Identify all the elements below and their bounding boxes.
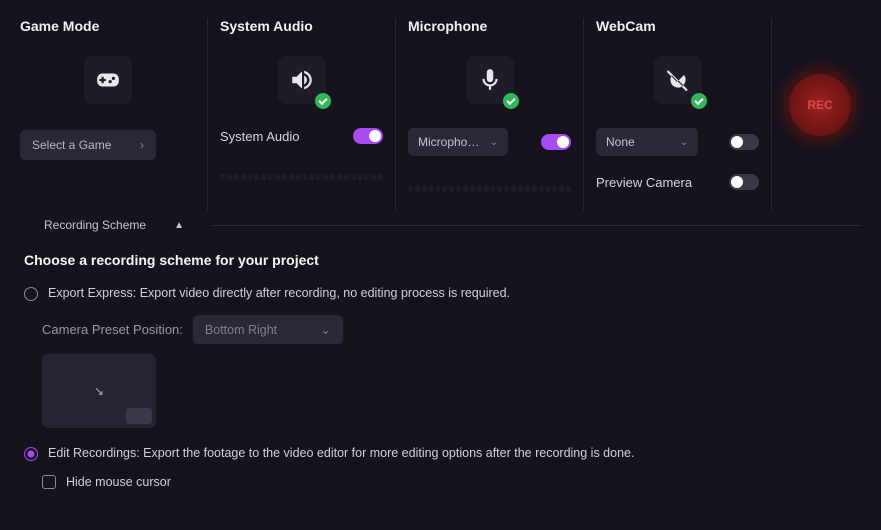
scheme-section-title: Choose a recording scheme for your proje… [24, 252, 857, 268]
webcam-panel: WebCam None ⌄ Preview Camera [584, 18, 772, 210]
hide-cursor-row[interactable]: Hide mouse cursor [42, 475, 857, 489]
microphone-toggle[interactable] [541, 134, 571, 150]
edit-recordings-radio[interactable] [24, 447, 38, 461]
edit-recordings-option[interactable]: Edit Recordings: Export the footage to t… [24, 446, 857, 461]
check-badge-icon [503, 93, 519, 109]
system-audio-toggle[interactable] [353, 128, 383, 144]
system-audio-panel: System Audio System Audio [208, 18, 396, 210]
chevron-right-icon: › [140, 138, 144, 152]
gamepad-icon [84, 56, 132, 104]
camera-preset-row: Camera Preset Position: Bottom Right ⌄ [42, 315, 857, 344]
game-mode-title: Game Mode [20, 18, 99, 34]
webcam-title: WebCam [596, 18, 656, 34]
chevron-down-icon: ⌄ [320, 322, 330, 337]
system-audio-toggle-label: System Audio [220, 129, 300, 144]
export-express-radio[interactable] [24, 287, 38, 301]
camera-preset-label: Camera Preset Position: [42, 322, 183, 337]
camera-preset-value: Bottom Right [205, 323, 277, 337]
record-panel: REC [772, 18, 868, 210]
edit-recordings-label: Edit Recordings: Export the footage to t… [48, 446, 634, 460]
chevron-down-icon: ⌄ [680, 137, 688, 148]
chevron-down-icon: ⌄ [490, 137, 498, 148]
camera-preset-thumbnail [126, 408, 152, 424]
microphone-volume-meter [408, 186, 571, 192]
preview-camera-label: Preview Camera [596, 175, 692, 190]
microphone-dropdown-value: Microphone A [418, 135, 484, 149]
camera-preset-preview: ↘ [42, 354, 156, 428]
export-express-option[interactable]: Export Express: Export video directly af… [24, 286, 857, 301]
preview-camera-toggle[interactable] [729, 174, 759, 190]
webcam-dropdown[interactable]: None ⌄ [596, 128, 698, 156]
webcam-toggle[interactable] [729, 134, 759, 150]
export-express-label: Export Express: Export video directly af… [48, 286, 510, 300]
camera-preset-dropdown[interactable]: Bottom Right ⌄ [193, 315, 343, 344]
speaker-icon [278, 56, 326, 104]
microphone-icon [466, 56, 514, 104]
hide-cursor-label: Hide mouse cursor [66, 475, 171, 489]
microphone-dropdown[interactable]: Microphone A ⌄ [408, 128, 508, 156]
system-audio-volume-meter [220, 174, 383, 180]
game-mode-panel: Game Mode Select a Game › [20, 18, 208, 210]
arrow-br-icon: ↘ [94, 384, 104, 398]
microphone-title: Microphone [408, 18, 487, 34]
check-badge-icon [691, 93, 707, 109]
hide-cursor-checkbox[interactable] [42, 475, 56, 489]
webcam-dropdown-value: None [606, 135, 635, 149]
recording-scheme-label: Recording Scheme [44, 218, 146, 232]
check-badge-icon [315, 93, 331, 109]
record-button[interactable]: REC [784, 69, 856, 141]
system-audio-title: System Audio [220, 18, 313, 34]
input-source-row: Game Mode Select a Game › System Audio S… [0, 0, 881, 210]
recording-scheme-header[interactable]: Recording Scheme ▲ [0, 210, 881, 240]
recording-scheme-section: Choose a recording scheme for your proje… [0, 240, 881, 501]
webcam-off-icon [654, 56, 702, 104]
divider [212, 225, 861, 226]
caret-up-icon: ▲ [174, 220, 184, 231]
record-button-label: REC [807, 98, 832, 112]
select-game-dropdown[interactable]: Select a Game › [20, 130, 156, 160]
select-game-label: Select a Game [32, 138, 111, 152]
microphone-panel: Microphone Microphone A ⌄ [396, 18, 584, 210]
